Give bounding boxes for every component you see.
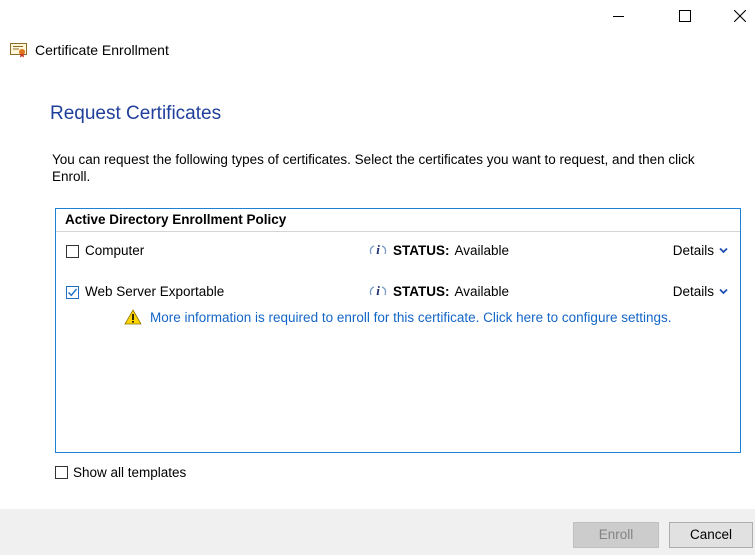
cancel-button[interactable]: Cancel	[669, 522, 753, 548]
details-label: Details	[672, 243, 714, 258]
button-bar: Enroll Cancel	[0, 509, 755, 555]
info-icon: i	[369, 242, 387, 257]
status-value: Available	[454, 283, 510, 299]
status: i STATUS: Available	[368, 283, 509, 299]
warning-icon	[124, 309, 142, 325]
web-server-exportable-checkbox[interactable]	[66, 286, 79, 299]
info-icon: i	[369, 283, 387, 298]
close-button[interactable]	[717, 0, 755, 32]
configure-settings-link[interactable]: More information is required to enroll f…	[124, 309, 671, 325]
chevron-down-icon	[719, 288, 728, 295]
certificate-row-web-server-exportable: Web Server Exportable i STATUS: Availabl…	[56, 283, 740, 305]
show-all-templates-checkbox[interactable]	[55, 466, 68, 479]
show-all-templates-label: Show all templates	[73, 465, 187, 480]
details-toggle-web-server-exportable[interactable]: Details	[673, 284, 728, 299]
certificate-icon	[10, 43, 27, 58]
checkmark-icon	[68, 288, 78, 297]
policy-header: Active Directory Enrollment Policy	[56, 209, 740, 232]
details-label: Details	[672, 284, 714, 299]
warning-text: More information is required to enroll f…	[150, 309, 672, 325]
enroll-button[interactable]: Enroll	[573, 522, 659, 548]
svg-text:i: i	[376, 283, 380, 298]
show-all-templates-option[interactable]: Show all templates	[55, 465, 186, 480]
chevron-down-icon	[719, 247, 728, 254]
maximize-icon	[679, 10, 691, 22]
status-value: Available	[454, 242, 510, 258]
status-label: STATUS:	[393, 283, 450, 299]
window-title: Certificate Enrollment	[35, 42, 169, 58]
details-toggle-computer[interactable]: Details	[673, 243, 728, 258]
certificate-name: Web Server Exportable	[85, 284, 225, 299]
minimize-button[interactable]	[596, 0, 642, 32]
page-title: Request Certificates	[50, 103, 222, 124]
minimize-icon	[613, 16, 624, 17]
maximize-button[interactable]	[662, 0, 708, 32]
enrollment-policy-list: Active Directory Enrollment Policy Compu…	[55, 208, 741, 453]
close-icon	[734, 10, 746, 22]
computer-checkbox[interactable]	[66, 245, 79, 258]
app-header: Certificate Enrollment	[10, 42, 169, 58]
svg-text:i: i	[376, 242, 380, 257]
status: i STATUS: Available	[368, 242, 509, 258]
certificate-enrollment-window: Certificate Enrollment Request Certifica…	[0, 0, 755, 555]
certificate-row-computer: Computer i STATUS: Available Details	[56, 242, 740, 264]
status-label: STATUS:	[393, 242, 450, 258]
certificate-name: Computer	[85, 243, 145, 258]
instructions-text: You can request the following types of c…	[52, 152, 695, 184]
